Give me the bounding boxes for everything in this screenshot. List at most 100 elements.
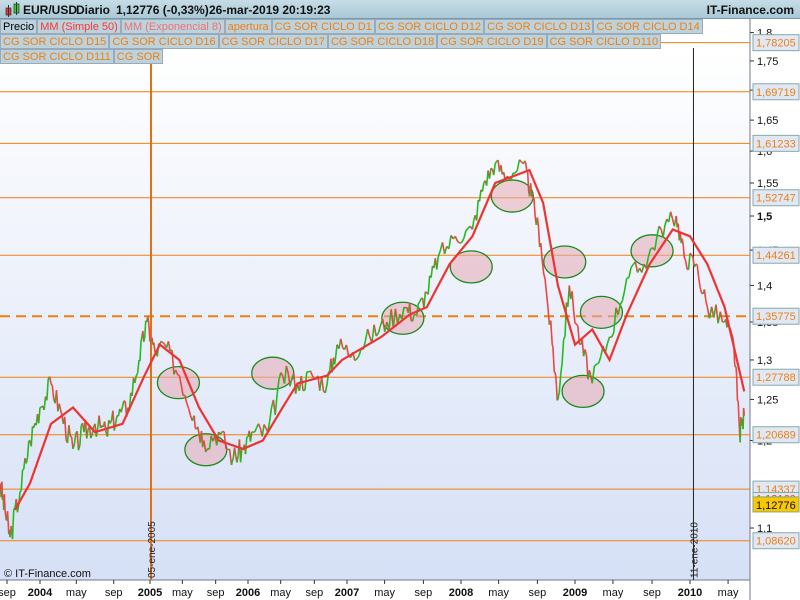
x-tick-label: may: [718, 587, 739, 599]
price-segment: [177, 373, 180, 377]
legend-item[interactable]: apertura: [224, 19, 272, 34]
price-segment: [555, 385, 558, 401]
candlestick-icon: [5, 2, 20, 17]
date-marker-label: 11-ene-2010: [689, 522, 700, 578]
legend-item[interactable]: CG SOR CICLO D13: [484, 19, 594, 34]
price-segment: [0, 483, 2, 492]
price-segment: [19, 489, 22, 493]
price-segment: [225, 448, 229, 451]
legend-item[interactable]: Precio: [0, 19, 38, 34]
last-price-label: 1,12776: [756, 500, 796, 512]
price-segment: [695, 263, 698, 266]
price-segment: [533, 198, 536, 216]
legend-item[interactable]: CG SOR CICLO D18: [327, 34, 438, 49]
price-segment: [153, 342, 156, 353]
x-tick-label: sep: [529, 587, 547, 599]
x-tick-label: may: [603, 587, 624, 599]
cycle-circle: [543, 245, 587, 279]
x-tick-label: may: [374, 587, 395, 599]
x-tick-label: 2006: [236, 587, 260, 599]
price-segment: [552, 346, 555, 360]
price-segment: [4, 509, 7, 516]
legend-item[interactable]: CG SOR CICLO D17: [218, 34, 328, 49]
price-segment: [403, 306, 406, 309]
y-tick-label: 1,4: [757, 280, 772, 292]
price-segment: [143, 320, 147, 338]
price-segment: [738, 418, 741, 433]
cycle-circle: [561, 374, 605, 409]
price-segment: [735, 366, 738, 377]
x-tick-label: sep: [0, 587, 16, 599]
price-segment: [22, 468, 25, 471]
level-label: 1,27788: [756, 372, 796, 384]
legend-item[interactable]: MM (Simple 50): [37, 19, 121, 34]
x-tick-label: may: [488, 587, 509, 599]
x-tick-label: 2007: [335, 587, 359, 599]
price-segment: [552, 359, 556, 373]
y-tick-label: 1,65: [757, 115, 778, 127]
price-segment: [147, 316, 150, 326]
legend-item[interactable]: CG SOR CICLO D16: [109, 34, 219, 49]
legend-item[interactable]: CG SOR CICLO D19: [437, 34, 547, 49]
legend-item[interactable]: CG SOR CICLO D111: [0, 49, 114, 64]
x-tick-label: sep: [105, 587, 123, 599]
x-tick-label: 2008: [449, 587, 473, 599]
legend-item[interactable]: CG SOR CICLO D12: [374, 19, 485, 34]
price-segment: [529, 183, 533, 197]
legend-item[interactable]: CG SOR: [113, 49, 164, 64]
x-tick-label: 2005: [138, 587, 162, 599]
price-segment: [424, 291, 428, 294]
price-segment: [626, 276, 630, 280]
price-segment: [551, 344, 554, 347]
price-segment: [139, 342, 142, 362]
indicator-legend: Precio MM (Simple 50) MM (Exponencial 8) ap…: [0, 19, 750, 64]
price-segment: [682, 245, 686, 258]
level-label: 1,69719: [756, 87, 796, 99]
price-segment: [143, 336, 146, 342]
price-segment: [526, 171, 530, 192]
price-segment: [123, 400, 126, 403]
price-segment: [417, 301, 421, 305]
level-label: 1,78205: [756, 38, 796, 50]
price-segment: [741, 418, 744, 421]
price-segment: [69, 435, 73, 438]
level-label: 1,20689: [756, 430, 796, 442]
price-segment: [596, 362, 600, 365]
symbol: EUR/USD: [23, 3, 78, 17]
price-segment: [531, 195, 534, 198]
x-tick-label: may: [270, 587, 291, 599]
price-segment: [735, 376, 739, 402]
price-segment: [459, 241, 462, 244]
last-price: 1,12776 (-0,33%): [116, 3, 209, 17]
site-name: IT-Finance.com: [706, 3, 794, 17]
level-label: 1,35775: [756, 311, 796, 323]
price-segment: [554, 375, 558, 387]
price-segment: [737, 400, 740, 419]
y-tick-label: 1,55: [757, 178, 778, 190]
price-segment: [681, 238, 685, 246]
price-segment: [302, 389, 306, 392]
x-tick-label: sep: [415, 587, 433, 599]
x-tick-label: may: [172, 587, 193, 599]
period: Diario: [76, 3, 111, 17]
level-label: 1,08620: [756, 536, 796, 548]
y-tick-label: 1,75: [757, 56, 778, 68]
legend-item[interactable]: CG SOR CICLO D15: [0, 34, 110, 49]
legend-item[interactable]: MM (Exponencial 8): [120, 19, 225, 34]
price-segment: [6, 511, 9, 521]
legend-item[interactable]: CG SOR CICLO D14: [593, 19, 703, 34]
x-tick-label: sep: [643, 587, 661, 599]
price-segment: [148, 325, 151, 342]
level-label: 1,44261: [756, 250, 796, 262]
price-segment: [490, 167, 493, 170]
price-segment: [3, 494, 6, 510]
legend-item[interactable]: CG SOR CICLO D110: [546, 34, 662, 49]
price-segment: [575, 323, 579, 327]
cycle-circle: [490, 179, 534, 213]
plot-area[interactable]: [0, 48, 750, 580]
legend-item[interactable]: CG SOR CICLO D1: [271, 19, 375, 34]
price-segment: [574, 322, 577, 325]
x-tick-label: sep: [305, 587, 323, 599]
datetime: 26-mar-2019 20:19:23: [209, 3, 331, 17]
price-segment: [536, 217, 540, 228]
